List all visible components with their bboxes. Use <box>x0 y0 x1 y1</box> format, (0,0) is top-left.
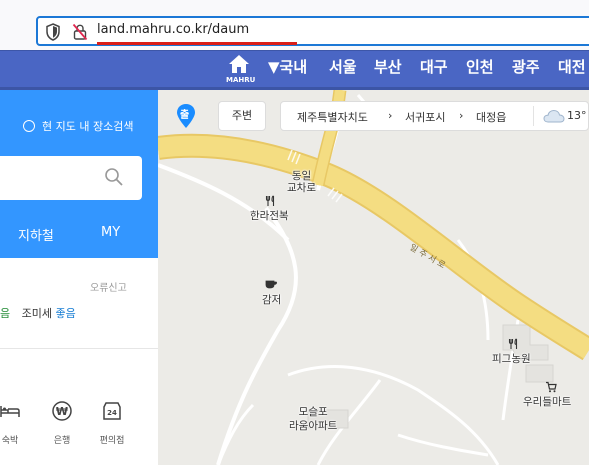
url-text[interactable]: land.mahru.co.kr/daum <box>97 22 249 37</box>
nav-item-seoul[interactable]: 서울 <box>329 56 357 77</box>
tab-my[interactable]: MY <box>101 225 120 240</box>
shield-icon[interactable] <box>45 23 61 41</box>
breadcrumb-province[interactable]: 제주특별자치도 <box>297 109 368 125</box>
region-breadcrumb: 제주특별자치도 › 서귀포시 › 대정읍 13° <box>280 101 589 131</box>
map-canvas[interactable]: 출 주변 제주특별자치도 › 서귀포시 › 대정읍 13° 동일 교차로 한라전… <box>158 90 589 465</box>
place-intersection-line2: 교차로 <box>287 182 316 194</box>
place-intersection-line1: 동일 <box>291 170 312 182</box>
search-input[interactable] <box>0 156 142 200</box>
air-quality-value: 좋음 <box>55 307 76 320</box>
svg-text:₩: ₩ <box>56 405 68 418</box>
browser-toolbar: land.mahru.co.kr/daum <box>0 0 589 50</box>
restaurant-icon[interactable] <box>508 338 520 350</box>
nav-item-busan[interactable]: 부산 <box>374 56 402 77</box>
cloud-icon <box>543 109 565 123</box>
category-bank-label: 은행 <box>53 436 71 446</box>
place-apartment-line2: 라움아파트 <box>289 420 338 432</box>
category-lodging-label: 숙박 <box>1 436 19 446</box>
address-bar[interactable]: land.mahru.co.kr/daum <box>36 16 589 46</box>
home-icon <box>229 55 249 73</box>
won-coin-icon: ₩ <box>52 401 72 421</box>
svg-text:24: 24 <box>107 409 117 417</box>
breadcrumb-town[interactable]: 대정읍 <box>476 109 506 125</box>
nav-item-gwangju[interactable]: 광주 <box>512 56 540 77</box>
search-header: 현 지도 내 장소검색 지하철 MY <box>0 90 158 258</box>
category-bank[interactable]: ₩ 은행 <box>42 400 82 446</box>
home-label: MAHRU <box>226 76 256 84</box>
place-mart[interactable]: 우리들마트 <box>523 394 571 409</box>
place-farm[interactable]: 피그농원 <box>492 351 531 366</box>
breadcrumb-chevron-icon: › <box>388 109 393 122</box>
home-button[interactable]: MAHRU <box>226 54 256 84</box>
area-search-label[interactable]: 현 지도 내 장소검색 <box>42 118 133 134</box>
breadcrumb-city[interactable]: 서귀포시 <box>405 109 445 125</box>
air-quality: 음 조미세 좋음 <box>0 305 76 321</box>
place-cafe[interactable]: 감저 <box>262 292 281 307</box>
nav-item-domestic[interactable]: ▼국내 <box>268 56 307 77</box>
place-restaurant[interactable]: 한라전복 <box>250 208 289 223</box>
breadcrumb-chevron-icon: › <box>459 109 464 122</box>
departure-pin-button[interactable]: 출 <box>176 103 196 129</box>
breadcrumb-divider <box>533 106 534 126</box>
category-lodging[interactable]: 숙박 <box>0 400 30 446</box>
search-icon[interactable] <box>104 167 124 187</box>
nav-item-daegu[interactable]: 대구 <box>420 56 448 77</box>
place-apartment[interactable]: 모슬포 라움아파트 <box>289 405 337 433</box>
bed-icon <box>0 406 20 417</box>
tab-subway[interactable]: 지하철 <box>18 225 54 244</box>
departure-label: 출 <box>180 110 190 121</box>
panel-divider <box>0 348 158 349</box>
category-convenience-label: 편의점 <box>99 436 125 446</box>
nearby-button[interactable]: 주변 <box>218 101 266 131</box>
area-search-radio[interactable] <box>23 120 35 132</box>
insecure-lock-icon[interactable] <box>72 23 88 41</box>
place-intersection[interactable]: 동일 교차로 <box>287 170 316 194</box>
air-quality-lead: 음 <box>0 307 11 320</box>
nav-item-incheon[interactable]: 인천 <box>466 56 494 77</box>
site-nav: MAHRU ▼국내 서울 부산 대구 인천 광주 대전 <box>0 50 589 90</box>
category-convenience[interactable]: 24 편의점 <box>92 400 132 446</box>
place-apartment-line1: 모슬포 <box>298 406 328 418</box>
url-highlight-underline <box>97 42 297 45</box>
nav-item-daejeon[interactable]: 대전 <box>558 56 586 77</box>
air-quality-label: 조미세 <box>21 307 52 320</box>
store-24-icon: 24 <box>103 402 121 420</box>
search-panel: 현 지도 내 장소검색 지하철 MY 오류신고 음 조미세 좋음 숙박 ₩ 은행 <box>0 90 158 465</box>
report-error-link[interactable]: 오류신고 <box>90 279 127 294</box>
cafe-icon[interactable] <box>264 278 278 290</box>
restaurant-icon[interactable] <box>265 195 277 207</box>
temperature: 13° <box>567 109 587 122</box>
shopping-cart-icon[interactable] <box>545 381 557 393</box>
